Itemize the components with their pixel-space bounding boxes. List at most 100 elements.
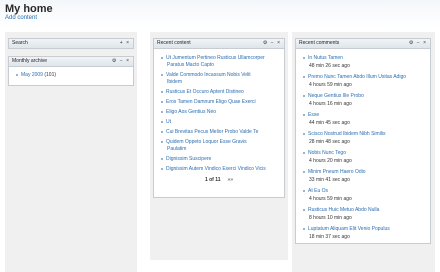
content-link-continued[interactable]: Paratus Macto Capto	[167, 62, 214, 68]
bullet-icon	[161, 100, 163, 103]
minimize-icon[interactable]: −	[120, 58, 124, 64]
pager-current: 1 of 11	[204, 177, 221, 183]
block-title: Recent content	[157, 40, 191, 46]
bullet-icon	[303, 189, 305, 192]
close-icon[interactable]: ×	[277, 40, 281, 46]
bullet-icon	[303, 151, 305, 154]
comment-timestamp: 8 hours 10 min ago	[309, 215, 352, 221]
block-title: Monthly archive	[12, 58, 48, 64]
comment-item[interactable]: Esse	[303, 112, 319, 118]
archive-month-link[interactable]: May 2009	[21, 72, 43, 78]
comment-link[interactable]: At Eu Os	[308, 188, 328, 194]
bullet-icon	[303, 113, 305, 116]
minimize-icon[interactable]: −	[271, 40, 275, 46]
search-block-header[interactable]: Search + ×	[9, 39, 133, 49]
list-item[interactable]: Quidem Oppeto Loquor Esse Gravis	[161, 139, 247, 145]
bullet-icon	[303, 132, 305, 135]
dashboard-column-right: Recent comments ⚙ − × In Nutus Tamen 48 m…	[292, 32, 435, 272]
close-icon[interactable]: ×	[126, 40, 130, 46]
comment-link[interactable]: In Nutus Tamen	[308, 55, 343, 61]
archive-count: (101)	[44, 72, 57, 78]
content-link[interactable]: Eros Tamen Damnum Eligo Quae Exerci	[166, 99, 256, 105]
gear-icon[interactable]: ⚙	[263, 40, 268, 46]
content-link[interactable]: Quidem Oppeto Loquor Esse Gravis	[166, 139, 247, 145]
comment-link[interactable]: Minim Pneum Haero Odio	[308, 169, 366, 175]
comment-item[interactable]: Luptatum Aliquam Elit Venio Populus	[303, 226, 390, 232]
comment-link[interactable]: Esse	[308, 112, 319, 118]
comment-item[interactable]: At Eu Os	[303, 188, 328, 194]
bullet-icon	[303, 208, 305, 211]
recent-comments-header[interactable]: Recent comments ⚙ − ×	[296, 39, 430, 49]
list-item[interactable]: Rusticus Et Occuro Aptent Distineo	[161, 89, 244, 95]
bullet-icon	[303, 94, 305, 97]
pager: 1 of 11 »»	[154, 177, 284, 183]
expand-icon[interactable]: +	[120, 40, 124, 46]
comment-timestamp: 4 hours 20 min ago	[309, 158, 352, 164]
comment-item[interactable]: Scisco Nostrud Ibidem Nibh Similis	[303, 131, 386, 137]
close-icon[interactable]: ×	[423, 40, 427, 46]
comment-timestamp: 4 hours 16 min ago	[309, 101, 352, 107]
gear-icon[interactable]: ⚙	[112, 58, 117, 64]
list-item[interactable]: Eligo Aos Gentius Neo	[161, 109, 216, 115]
list-item[interactable]: Cui Brevitas Pecus Melior Probo Valde Te	[161, 129, 258, 135]
comment-timestamp: 28 min 48 sec ago	[309, 139, 350, 145]
comment-link[interactable]: Nobis Nunc Tego	[308, 150, 346, 156]
comment-item[interactable]: Nobis Nunc Tego	[303, 150, 346, 156]
bullet-icon	[161, 56, 163, 59]
add-content-link[interactable]: Add content	[5, 15, 37, 21]
comment-timestamp: 4 hours 59 min ago	[309, 82, 352, 88]
recent-comments-block: Recent comments ⚙ − × In Nutus Tamen 48 m…	[295, 38, 431, 244]
content-link[interactable]: Dignissim Autem Vindico Exerci Vindico V…	[166, 166, 266, 172]
bullet-icon	[303, 170, 305, 173]
comment-timestamp: 33 min 41 sec ago	[309, 177, 350, 183]
list-item[interactable]: Dignissim Suscipere	[161, 156, 211, 162]
list-item[interactable]: Eros Tamen Damnum Eligo Quae Exerci	[161, 99, 256, 105]
dashboard-column-left: Search + × Monthly archive ⚙ − × May 200…	[5, 32, 137, 272]
comment-item[interactable]: Rusticus Huic Metuo Abdo Nulla	[303, 207, 379, 213]
content-link-continued[interactable]: Paulatim	[167, 146, 186, 152]
comment-item[interactable]: Premo Nunc Tamen Abdo Illum Usitas Adigo	[303, 74, 406, 80]
list-item[interactable]: Valde Commodo Incassum Nobis Velit	[161, 72, 251, 78]
bullet-icon	[303, 56, 305, 59]
comment-link[interactable]: Luptatum Aliquam Elit Venio Populus	[308, 226, 390, 232]
content-link[interactable]: Ut Jumentum Pertineo Rusticus Ullamcorpe…	[166, 55, 265, 61]
bullet-icon	[161, 120, 163, 123]
comment-link[interactable]: Rusticus Huic Metuo Abdo Nulla	[308, 207, 379, 213]
content-link[interactable]: Rusticus Et Occuro Aptent Distineo	[166, 89, 244, 95]
bullet-icon	[16, 73, 18, 76]
bullet-icon	[161, 130, 163, 133]
comment-link[interactable]: Premo Nunc Tamen Abdo Illum Usitas Adigo	[308, 74, 406, 80]
minimize-icon[interactable]: −	[417, 40, 421, 46]
archive-block-header[interactable]: Monthly archive ⚙ − ×	[9, 57, 133, 67]
comment-item[interactable]: Minim Pneum Haero Odio	[303, 169, 366, 175]
content-link[interactable]: Valde Commodo Incassum Nobis Velit	[166, 72, 251, 78]
content-link[interactable]: Eligo Aos Gentius Neo	[166, 109, 216, 115]
list-item[interactable]: Ut	[161, 119, 171, 125]
comment-link[interactable]: Neque Gentius Ille Probo	[308, 93, 364, 99]
content-link[interactable]: Cui Brevitas Pecus Melior Probo Valde Te	[166, 129, 258, 135]
recent-content-block: Recent content ⚙ − × Ut Jumentum Pertine…	[153, 38, 285, 198]
comment-item[interactable]: In Nutus Tamen	[303, 55, 343, 61]
page-header: My home Add content	[0, 0, 440, 28]
bullet-icon	[161, 140, 163, 143]
gear-icon[interactable]: ⚙	[409, 40, 414, 46]
comment-timestamp: 44 min 45 sec ago	[309, 120, 350, 126]
list-item[interactable]: Ut Jumentum Pertineo Rusticus Ullamcorpe…	[161, 55, 265, 61]
block-title: Search	[12, 40, 28, 46]
close-icon[interactable]: ×	[126, 58, 130, 64]
comment-timestamp: 18 min 37 sec ago	[309, 234, 350, 240]
content-link[interactable]: Ut	[166, 119, 171, 125]
comment-link[interactable]: Scisco Nostrud Ibidem Nibh Similis	[308, 131, 386, 137]
bullet-icon	[161, 157, 163, 160]
content-link[interactable]: Dignissim Suscipere	[166, 156, 211, 162]
archive-item[interactable]: May 2009 (101)	[16, 72, 56, 78]
search-block: Search + ×	[8, 38, 134, 49]
pager-next-button[interactable]: »»	[227, 177, 233, 183]
comment-item[interactable]: Neque Gentius Ille Probo	[303, 93, 364, 99]
list-item[interactable]: Dignissim Autem Vindico Exerci Vindico V…	[161, 166, 266, 172]
comment-timestamp: 48 min 26 sec ago	[309, 63, 350, 69]
content-link-continued[interactable]: Ibidem	[167, 79, 182, 85]
page-title: My home	[5, 3, 53, 15]
recent-content-header[interactable]: Recent content ⚙ − ×	[154, 39, 284, 49]
bullet-icon	[161, 90, 163, 93]
